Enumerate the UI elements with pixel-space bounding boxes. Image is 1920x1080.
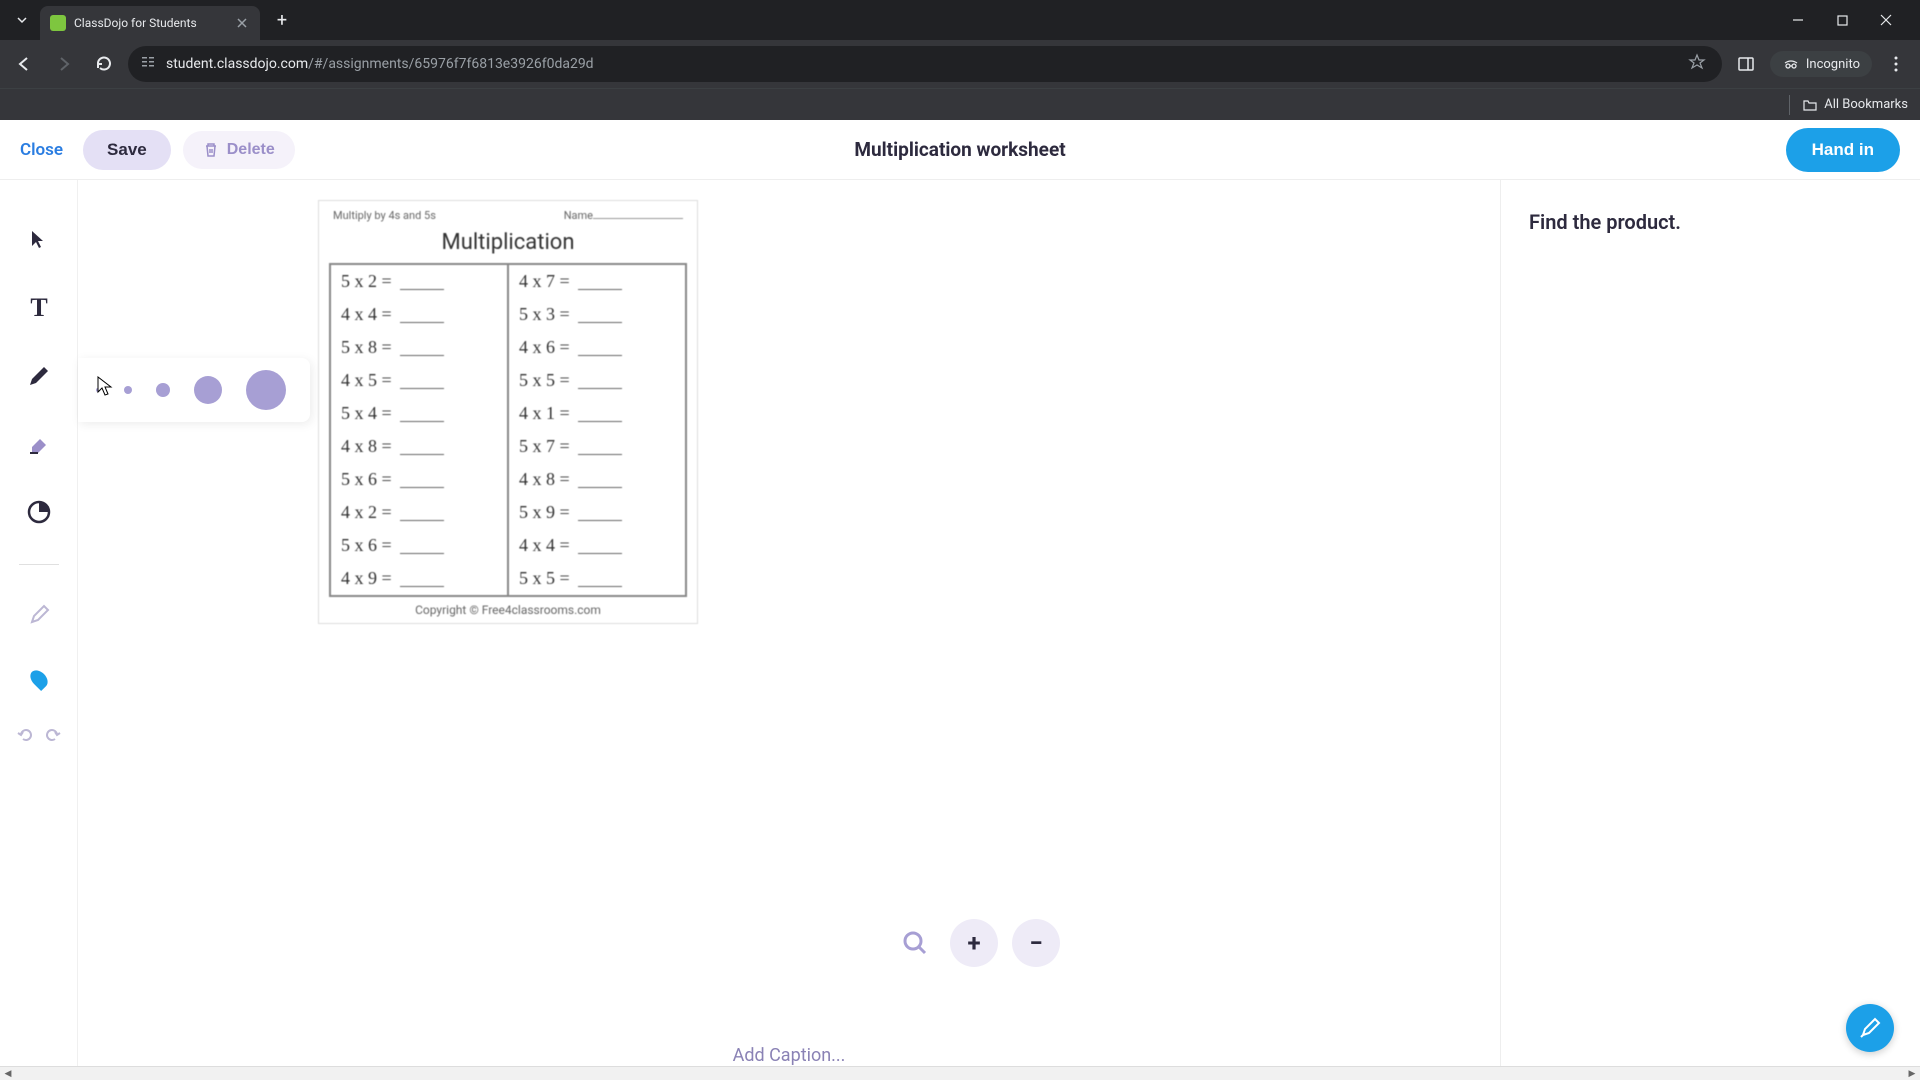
worksheet-title: Multiplication xyxy=(319,226,697,263)
worksheet-row: 5 x 6 = xyxy=(331,463,507,496)
scroll-right-arrow[interactable]: ▶ xyxy=(1904,1067,1920,1080)
divider xyxy=(1789,95,1790,115)
hand-in-button[interactable]: Hand in xyxy=(1786,128,1900,172)
tab-search-dropdown[interactable] xyxy=(8,6,36,34)
eraser-tool[interactable] xyxy=(19,424,59,464)
worksheet-row: 5 x 3 = xyxy=(509,298,685,331)
worksheet-image[interactable]: Multiply by 4s and 5s Name Multiplicatio… xyxy=(318,200,698,624)
zoom-out-button[interactable]: − xyxy=(1012,919,1060,967)
bookmarks-bar: All Bookmarks xyxy=(0,88,1920,120)
window-controls xyxy=(1784,6,1912,34)
app-root: Close Save Delete Multiplication workshe… xyxy=(0,120,1920,1080)
tab-title: ClassDojo for Students xyxy=(74,16,226,30)
delete-label: Delete xyxy=(227,141,275,159)
incognito-badge[interactable]: Incognito xyxy=(1770,51,1872,77)
url-bar[interactable]: student.classdojo.com/#/assignments/6597… xyxy=(128,46,1722,82)
worksheet-row: 5 x 5 = xyxy=(509,562,685,595)
main-area: T xyxy=(0,180,1920,1080)
brush-size-4[interactable] xyxy=(194,376,222,404)
assignment-title: Multiplication worksheet xyxy=(854,138,1065,161)
canvas-area: Multiply by 4s and 5s Name Multiplicatio… xyxy=(78,180,1500,1080)
instructions-panel: Find the product. xyxy=(1500,180,1920,1080)
pointer-tool[interactable] xyxy=(19,220,59,260)
worksheet-row: 5 x 5 = xyxy=(509,364,685,397)
worksheet-row: 4 x 2 = xyxy=(331,496,507,529)
text-tool[interactable]: T xyxy=(19,288,59,328)
worksheet-row: 4 x 1 = xyxy=(509,397,685,430)
new-tab-button[interactable]: + xyxy=(268,6,296,34)
worksheet-row: 5 x 4 = xyxy=(331,397,507,430)
folder-icon xyxy=(1802,97,1818,113)
instruction-text: Find the product. xyxy=(1529,210,1892,234)
highlighter-tool[interactable] xyxy=(19,597,59,637)
incognito-label: Incognito xyxy=(1806,57,1860,72)
svg-text:T: T xyxy=(30,295,47,321)
close-window-icon[interactable] xyxy=(1872,6,1900,34)
close-button[interactable]: Close xyxy=(20,140,63,160)
delete-button[interactable]: Delete xyxy=(183,131,295,169)
zoom-in-button[interactable]: + xyxy=(950,919,998,967)
save-button[interactable]: Save xyxy=(83,130,171,170)
worksheet-row: 4 x 9 = xyxy=(331,562,507,595)
tab-favicon-icon xyxy=(50,15,66,31)
side-panel-icon[interactable] xyxy=(1730,48,1762,80)
scroll-left-arrow[interactable]: ◀ xyxy=(0,1067,16,1080)
worksheet-row: 5 x 7 = xyxy=(509,430,685,463)
url-text: student.classdojo.com/#/assignments/6597… xyxy=(166,56,1674,72)
app-header: Close Save Delete Multiplication workshe… xyxy=(0,120,1920,180)
worksheet-row: 4 x 4 = xyxy=(331,298,507,331)
browser-tab[interactable]: ClassDojo for Students xyxy=(40,6,260,40)
back-button[interactable] xyxy=(8,48,40,80)
bookmark-star-icon[interactable] xyxy=(1684,53,1710,75)
zoom-search-icon[interactable] xyxy=(894,922,936,964)
worksheet-row: 4 x 8 = xyxy=(509,463,685,496)
incognito-icon xyxy=(1782,55,1800,73)
reload-button[interactable] xyxy=(88,48,120,80)
canvas-viewport[interactable]: Multiply by 4s and 5s Name Multiplicatio… xyxy=(78,180,1500,1031)
drawing-toolbar: T xyxy=(0,180,78,1080)
worksheet-row: 5 x 8 = xyxy=(331,331,507,364)
worksheet-table: 5 x 2 =4 x 4 =5 x 8 =4 x 5 =5 x 4 =4 x 8… xyxy=(329,263,687,597)
maximize-icon[interactable] xyxy=(1828,6,1856,34)
brush-size-3[interactable] xyxy=(156,383,170,397)
worksheet-row: 4 x 7 = xyxy=(509,265,685,298)
brush-size-5[interactable] xyxy=(246,370,286,410)
pen-icon xyxy=(1858,1016,1882,1040)
undo-button[interactable] xyxy=(15,725,35,749)
forward-button[interactable] xyxy=(48,48,80,80)
minimize-icon[interactable] xyxy=(1784,6,1812,34)
nav-bar: student.classdojo.com/#/assignments/6597… xyxy=(0,40,1920,88)
worksheet-row: 5 x 9 = xyxy=(509,496,685,529)
horizontal-scrollbar[interactable]: ◀ ▶ xyxy=(0,1066,1920,1080)
pen-tool[interactable] xyxy=(19,356,59,396)
tab-close-icon[interactable] xyxy=(234,15,250,31)
all-bookmarks-label: All Bookmarks xyxy=(1824,97,1908,112)
worksheet-row: 4 x 4 = xyxy=(509,529,685,562)
zoom-controls: + − xyxy=(894,919,1060,967)
divider xyxy=(19,564,59,565)
worksheet-row: 5 x 6 = xyxy=(331,529,507,562)
worksheet-header: Multiply by 4s and 5s Name xyxy=(319,201,697,226)
worksheet-row: 4 x 5 = xyxy=(331,364,507,397)
help-fab[interactable] xyxy=(1846,1004,1894,1052)
color-indicator[interactable] xyxy=(32,665,46,689)
undo-redo-group xyxy=(15,725,63,749)
tab-bar: ClassDojo for Students + xyxy=(0,0,1920,40)
worksheet-footer: Copyright © Free4classrooms.com xyxy=(319,597,697,623)
redo-button[interactable] xyxy=(43,725,63,749)
worksheet-row: 4 x 8 = xyxy=(331,430,507,463)
brush-size-2[interactable] xyxy=(124,386,132,394)
site-settings-icon[interactable] xyxy=(140,54,156,74)
all-bookmarks-button[interactable]: All Bookmarks xyxy=(1802,97,1908,113)
trash-icon xyxy=(203,142,219,158)
browser-menu-icon[interactable] xyxy=(1880,48,1912,80)
browser-chrome: ClassDojo for Students + student.classdo… xyxy=(0,0,1920,120)
worksheet-row: 4 x 6 = xyxy=(509,331,685,364)
cursor-icon xyxy=(96,376,114,402)
shape-tool[interactable] xyxy=(19,492,59,532)
worksheet-row: 5 x 2 = xyxy=(331,265,507,298)
